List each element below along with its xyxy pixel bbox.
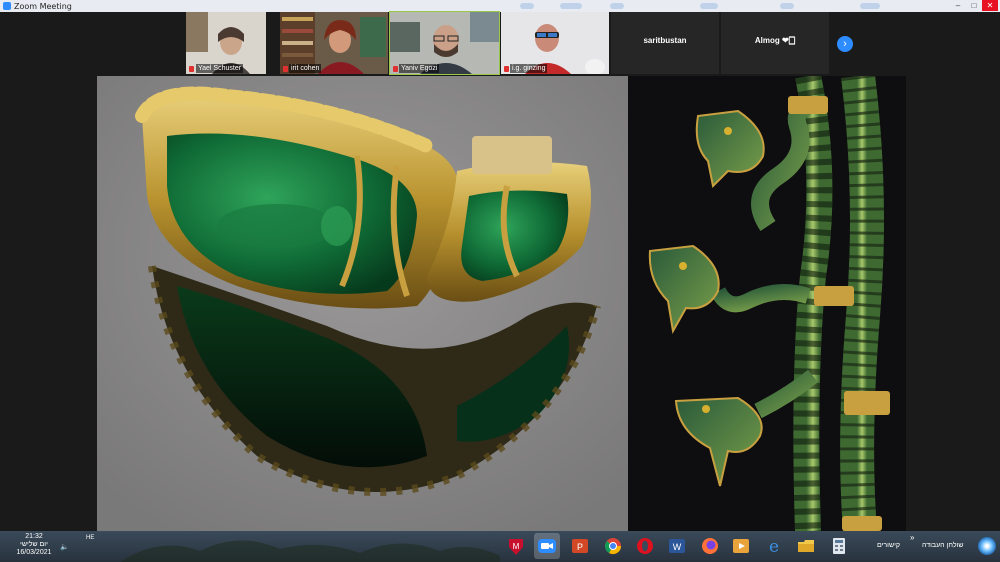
clock-time: 21:32	[25, 533, 43, 540]
clock-day: יום שלישי	[20, 541, 48, 548]
participant-name: irit cohen	[289, 64, 322, 73]
powerpoint-icon[interactable]: P	[567, 533, 593, 559]
bracelet-image	[97, 76, 628, 531]
toolbar-hint	[610, 3, 624, 9]
participant-tile[interactable]: Almog ❤🀆	[721, 12, 829, 74]
links-toolbar-label[interactable]: קישורים	[877, 542, 900, 549]
calculator-icon[interactable]	[826, 533, 852, 559]
participant-tile[interactable]: irit cohen	[280, 12, 388, 74]
zoom-app-icon	[3, 2, 11, 10]
language-indicator[interactable]: HE	[86, 535, 94, 541]
word-icon[interactable]: W	[664, 533, 690, 559]
toolbar-hint	[700, 3, 718, 9]
minimize-button[interactable]: –	[950, 0, 966, 11]
muted-mic-icon	[393, 66, 398, 72]
clock[interactable]: 21:32 יום שלישי 16/03/2021	[4, 533, 64, 557]
participant-name: Yaniv Egozi	[399, 64, 440, 73]
participant-name: i.g. ginzing	[510, 64, 548, 73]
toolbar-hint	[780, 3, 794, 9]
maximize-button[interactable]: □	[966, 0, 982, 11]
shared-screen	[0, 76, 1000, 531]
volume-icon[interactable]: 🔈	[60, 543, 69, 551]
toolbar-hint	[860, 3, 880, 9]
windows-taskbar: 21:32 יום שלישי 16/03/2021 🔈 HE M P W e …	[0, 531, 1000, 562]
zoom-icon[interactable]	[534, 533, 560, 559]
desktop-toolbar-label[interactable]: שולחן העבודה	[922, 542, 964, 549]
svg-text:W: W	[673, 542, 682, 552]
participant-name: Almog ❤🀆	[754, 36, 796, 45]
serpent-brooch-image	[628, 76, 906, 531]
start-button[interactable]	[978, 537, 996, 555]
firefox-icon[interactable]	[697, 533, 723, 559]
toolbar-hint	[520, 3, 534, 9]
media-player-icon[interactable]	[728, 533, 754, 559]
muted-mic-icon	[283, 66, 288, 72]
participant-tile[interactable]: i.g. ginzing	[501, 12, 609, 74]
opera-icon[interactable]	[632, 533, 658, 559]
muted-mic-icon	[504, 66, 509, 72]
mcafee-icon[interactable]: M	[503, 533, 529, 559]
file-explorer-icon[interactable]	[793, 533, 819, 559]
expand-toolbar-icon[interactable]: »	[910, 533, 914, 542]
participant-tile[interactable]: saritbustan	[611, 12, 719, 74]
edge-icon[interactable]: e	[761, 533, 787, 559]
clock-date: 16/03/2021	[16, 549, 52, 556]
svg-text:e: e	[769, 537, 779, 555]
participant-name: saritbustan	[643, 36, 687, 45]
toolbar-hint	[560, 3, 582, 9]
muted-mic-icon	[189, 66, 194, 72]
chevron-right-icon: ›	[843, 38, 847, 50]
participant-tile[interactable]: Yael Schuster	[186, 12, 266, 74]
chrome-icon[interactable]	[600, 533, 626, 559]
svg-text:P: P	[577, 542, 583, 552]
next-page-button[interactable]: ›	[837, 36, 853, 52]
participant-tile-active-speaker[interactable]: Yaniv Egozi	[389, 11, 500, 75]
window-title: Zoom Meeting	[14, 1, 72, 11]
svg-text:M: M	[513, 542, 520, 551]
wallpaper-preview	[120, 540, 500, 562]
participant-name: Yael Schuster	[196, 64, 244, 73]
participant-gallery: Yael Schuster irit cohen Yaniv Egozi i.g…	[0, 11, 1000, 76]
close-button[interactable]: ✕	[982, 0, 998, 11]
